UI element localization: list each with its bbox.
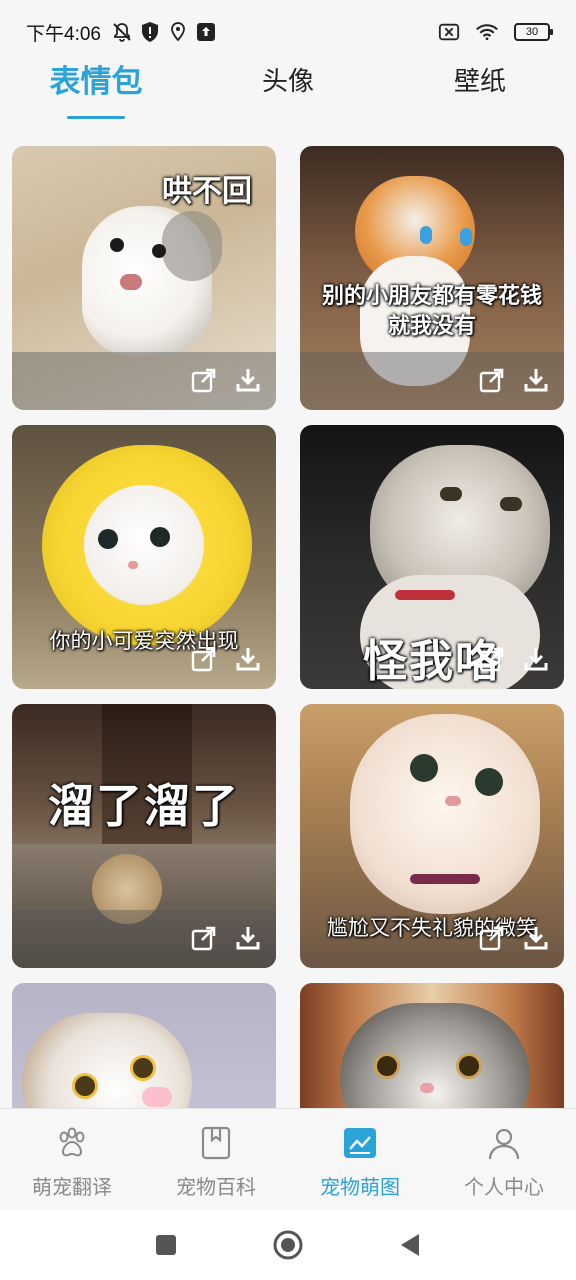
category-tabs: 表情包 头像 壁纸	[0, 64, 576, 128]
image-chart-icon	[342, 1125, 378, 1161]
nav-label: 萌宠翻译	[32, 1175, 112, 1199]
back-button[interactable]	[395, 1230, 425, 1260]
download-button[interactable]	[234, 645, 262, 673]
nav-label: 宠物萌图	[320, 1175, 400, 1199]
tab-label: 表情包	[49, 64, 143, 100]
download-button[interactable]	[234, 366, 262, 394]
nav-pet-pictures[interactable]: 宠物萌图	[288, 1109, 432, 1210]
home-button[interactable]	[273, 1230, 303, 1260]
sticker-card[interactable]	[12, 983, 276, 1108]
sticker-card[interactable]: 尴尬又不失礼貌的微笑	[300, 704, 564, 968]
location-icon	[167, 21, 189, 43]
sticker-caption: 哄不回	[162, 174, 252, 209]
battery-icon: 30	[514, 23, 553, 41]
share-button[interactable]	[190, 924, 218, 952]
person-icon	[486, 1125, 522, 1161]
tab-label: 头像	[261, 67, 314, 97]
mute-icon	[111, 21, 133, 43]
recent-apps-button[interactable]	[151, 1230, 181, 1260]
share-button[interactable]	[478, 645, 506, 673]
status-right: 30	[438, 21, 553, 43]
sticker-card[interactable]: 溜了溜了	[12, 704, 276, 968]
download-button[interactable]	[234, 924, 262, 952]
tab-emoji[interactable]: 表情包	[0, 64, 192, 128]
sticker-caption: 别的小朋友都有零花钱 就我没有	[321, 284, 542, 339]
sticker-caption: 溜了溜了	[48, 779, 240, 833]
sticker-card[interactable]: 你的小可爱突然出现	[12, 425, 276, 689]
share-button[interactable]	[190, 645, 218, 673]
wifi-icon	[476, 21, 498, 43]
shield-icon	[139, 21, 161, 43]
upload-icon	[195, 21, 217, 43]
no-sim-icon	[438, 21, 460, 43]
screen: 下午4:06 30 表情包 头像 壁纸 哄不回 别的小朋友都有零花钱 就我没有 …	[0, 0, 576, 1280]
bottom-nav: 萌宠翻译 宠物百科 宠物萌图 个人中心	[0, 1108, 576, 1210]
nav-label: 宠物百科	[176, 1175, 256, 1199]
active-tab-indicator	[67, 116, 125, 119]
share-button[interactable]	[478, 366, 506, 394]
tab-avatar[interactable]: 头像	[192, 64, 384, 128]
download-button[interactable]	[522, 645, 550, 673]
tab-wallpaper[interactable]: 壁纸	[384, 64, 576, 128]
tab-label: 壁纸	[453, 67, 506, 97]
nav-pet-translate[interactable]: 萌宠翻译	[0, 1109, 144, 1210]
nav-label: 个人中心	[464, 1175, 544, 1199]
status-bar: 下午4:06 30	[0, 0, 576, 64]
share-button[interactable]	[190, 366, 218, 394]
cat-photo	[12, 983, 276, 1108]
download-button[interactable]	[522, 366, 550, 394]
sticker-card[interactable]	[300, 983, 564, 1108]
sticker-card[interactable]: 怪我咯	[300, 425, 564, 689]
sticker-grid: 哄不回 别的小朋友都有零花钱 就我没有 你的小可爱突然出现 怪我咯 溜了溜了 尴…	[0, 146, 576, 1108]
book-icon	[198, 1125, 234, 1161]
sticker-card[interactable]: 哄不回	[12, 146, 276, 410]
paw-icon	[54, 1125, 90, 1161]
status-time: 下午4:06	[26, 23, 101, 45]
system-nav-bar	[0, 1210, 576, 1280]
nav-pet-encyclopedia[interactable]: 宠物百科	[144, 1109, 288, 1210]
nav-profile[interactable]: 个人中心	[432, 1109, 576, 1210]
sticker-card[interactable]: 别的小朋友都有零花钱 就我没有	[300, 146, 564, 410]
share-button[interactable]	[478, 924, 506, 952]
download-button[interactable]	[522, 924, 550, 952]
cat-photo	[300, 983, 564, 1108]
